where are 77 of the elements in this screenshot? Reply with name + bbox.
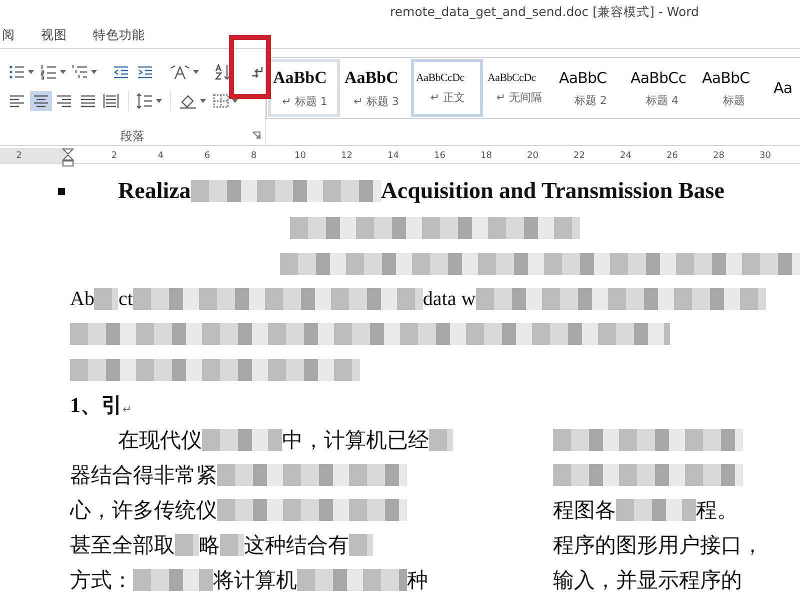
decrease-indent-icon [112, 64, 130, 80]
ruler-number: 6 [203, 150, 212, 160]
align-left-icon [8, 92, 26, 109]
ruler-number: 20 [526, 150, 540, 160]
ruler-number: 4 [156, 150, 165, 160]
caret-icon [200, 98, 206, 103]
caret-icon [28, 70, 34, 74]
sort-icon [214, 64, 232, 80]
ruler-number: 28 [712, 150, 726, 160]
align-center-icon [32, 92, 50, 109]
pixelated-block [429, 428, 453, 450]
caret-icon [192, 70, 198, 74]
document-text: 方式： [70, 566, 133, 594]
document-text: 中，计算机已经 [282, 426, 429, 454]
ruler-number: 2 [110, 150, 118, 160]
ribbon-tab[interactable]: 特色功能 [91, 27, 147, 46]
document-text: 程。 [696, 496, 738, 524]
ribbon-tab[interactable]: 阅 [0, 27, 17, 46]
pixelated-block [220, 534, 244, 556]
ruler-number: 24 [619, 150, 632, 160]
paragraph-mark: ↵ [122, 403, 132, 416]
ruler-number: 2 [15, 150, 23, 160]
paint-bucket-icon [178, 92, 198, 109]
style-item[interactable]: AaBbC ↵ 标题 1 [268, 59, 340, 117]
document-text: Realiza [118, 178, 191, 204]
corner-arrow-icon [252, 131, 261, 140]
pixelated-block [94, 288, 118, 310]
document-text: 甚至全部取 [70, 532, 175, 558]
ribbon-tab[interactable]: 视图 [39, 27, 69, 46]
distributed-icon [102, 92, 120, 109]
document-text: 将计算机 [213, 566, 297, 594]
document-text: 1、引 [70, 392, 122, 419]
document-text: 略 [199, 532, 220, 558]
numbered-list-icon [40, 64, 58, 80]
document-text: Ab [70, 288, 94, 310]
line-spacing-icon [136, 92, 154, 109]
document-text: 心，许多传统仪 [70, 496, 217, 524]
document-text: data w [422, 288, 476, 310]
letter-a-arrows-icon [168, 64, 190, 80]
ruler-number: 18 [480, 150, 493, 160]
document-text: 在现代仪 [118, 426, 202, 454]
indent-marker-icon[interactable] [62, 148, 74, 168]
ruler-number: 8 [250, 150, 258, 160]
document-text: ct [118, 288, 133, 310]
style-item[interactable]: AaBbCcDc ↵ 正文 [411, 59, 482, 117]
pixelated-block [175, 534, 199, 556]
document-text: 种 [407, 566, 428, 594]
alignment-button[interactable] [30, 90, 52, 111]
ruler-number: 10 [294, 150, 307, 160]
caret-icon [91, 70, 97, 74]
ruler-number: 16 [433, 150, 446, 160]
line-spacing-button[interactable] [134, 90, 164, 111]
dialog-launcher-button[interactable] [252, 131, 261, 140]
align-right-icon [55, 92, 73, 109]
document-text: 这种结合有 [244, 532, 349, 558]
multilevel-list-icon [71, 64, 89, 80]
increase-indent-icon [136, 64, 154, 80]
document-text: 程图各 [553, 496, 616, 524]
ruler-number: 14 [386, 150, 400, 160]
pixelated-block [349, 534, 373, 556]
ruler-number: 26 [666, 150, 679, 160]
caret-icon [232, 98, 238, 103]
return-arrow-icon [251, 66, 263, 79]
window-title: remote_data_get_and_send.doc [兼容模式] - Word [390, 4, 699, 21]
border-grid-icon [212, 92, 230, 109]
ruler-number: 22 [572, 150, 586, 160]
group-label: 段落 [120, 128, 144, 145]
document-text: 输入，并显示程序的 [553, 566, 742, 594]
document-text: 器结合得非常紧 [70, 462, 217, 488]
justify-icon [78, 92, 96, 109]
document-text: Acquisition and Transmission Base [380, 178, 724, 204]
document-text: 程序的图形用户接口， [553, 532, 763, 558]
caret-icon [60, 70, 66, 74]
ruler-number: 12 [340, 150, 354, 160]
ruler-number: 30 [758, 150, 772, 160]
caret-icon [156, 98, 162, 103]
bullet-list-icon [8, 64, 26, 80]
